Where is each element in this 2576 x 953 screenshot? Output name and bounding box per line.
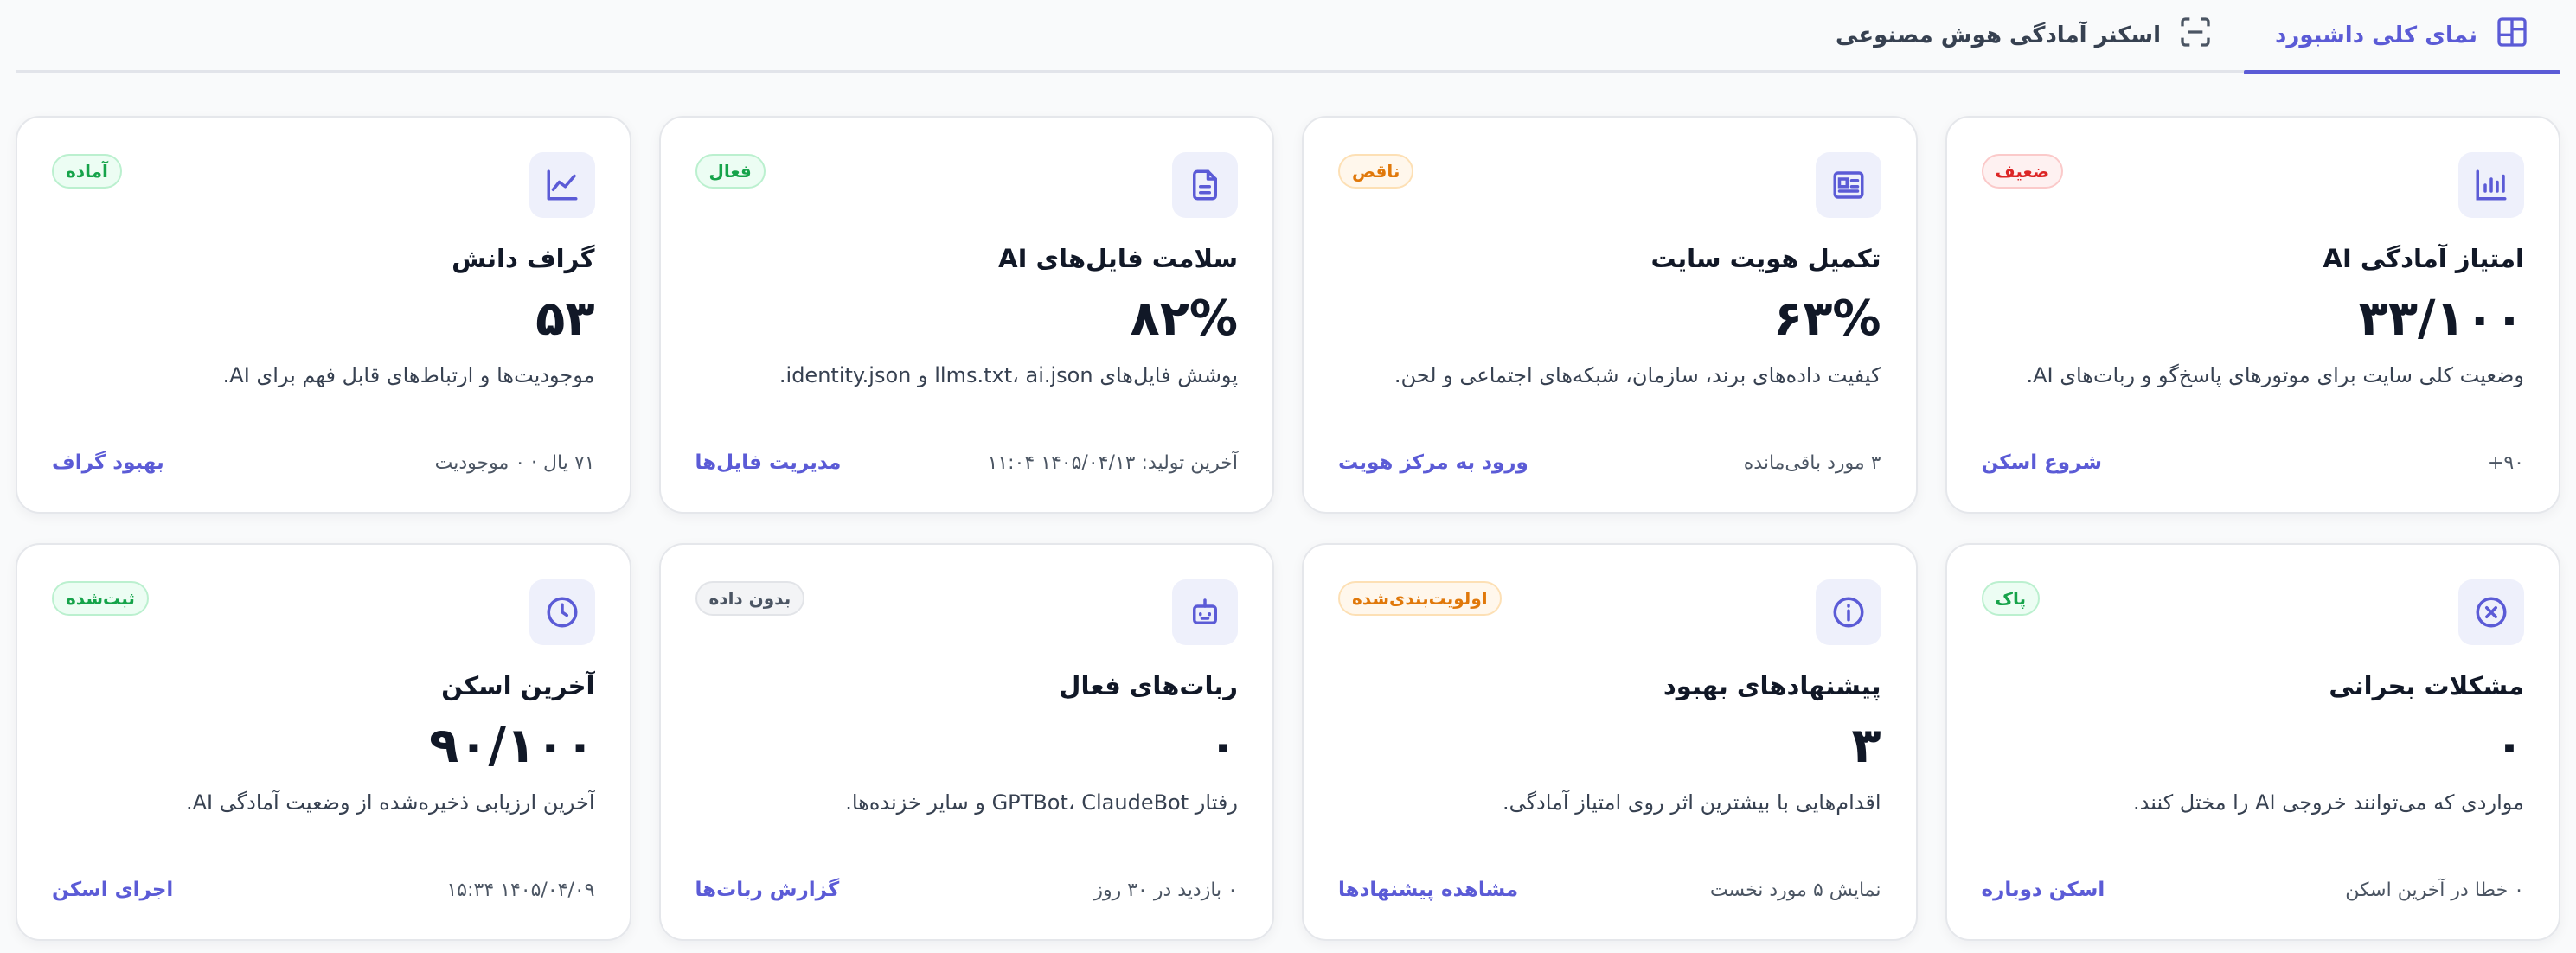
- card-title: پیشنهادهای بهبود: [1663, 671, 1881, 700]
- run-scan-link[interactable]: اجرای اسکن: [52, 879, 173, 901]
- robot-icon: [1172, 579, 1238, 645]
- card-site-identity: ناقص تکمیل هویت سایت ۶۳% کیفیت داده‌های …: [1302, 116, 1918, 514]
- status-badge: ناقص: [1338, 154, 1414, 189]
- card-title: مشکلات بحرانی: [2329, 671, 2524, 700]
- card-value: ۰: [1208, 718, 1238, 774]
- card-description: وضعیت کلی سایت برای موتورهای پاسخ‌گو و ر…: [2026, 362, 2524, 387]
- id-card-icon: [1815, 152, 1881, 218]
- card-meta: ۷۱ یال · ۰ موجودیت: [434, 451, 595, 474]
- card-value: ۰: [2494, 718, 2524, 774]
- status-badge: فعال: [695, 154, 766, 189]
- card-value: ۵۳: [535, 291, 595, 347]
- card-title: امتیاز آمادگی AI: [2323, 244, 2524, 273]
- bar-chart-icon: [2458, 152, 2524, 218]
- dashboard-icon: [2495, 15, 2529, 55]
- card-critical-issues: پاک مشکلات بحرانی ۰ مواردی که می‌توانند …: [1945, 543, 2560, 941]
- card-ai-files-health: فعال سلامت فایل‌های AI ۸۲% پوشش فایل‌های…: [658, 116, 1274, 514]
- card-improvement-suggestions: اولویت‌بندی‌شده پیشنهادهای بهبود ۳ اقدام…: [1302, 543, 1918, 941]
- card-value: ۳: [1851, 718, 1881, 774]
- status-badge: بدون داده: [695, 581, 805, 616]
- card-description: موجودیت‌ها و ارتباط‌های قابل فهم برای AI…: [222, 362, 595, 387]
- manage-files-link[interactable]: مدیریت فایل‌ها: [695, 451, 842, 474]
- view-suggestions-link[interactable]: مشاهده پیشنهادها: [1338, 879, 1518, 901]
- start-scan-link[interactable]: شروع اسکن: [1982, 451, 2103, 474]
- metrics-grid: ضعیف امتیاز آمادگی AI ۳۳/۱۰۰ وضعیت کلی س…: [16, 116, 2560, 941]
- card-knowledge-graph: آماده گراف دانش ۵۳ موجودیت‌ها و ارتباط‌ه…: [16, 116, 631, 514]
- tab-ai-readiness-scanner[interactable]: اسکنر آمادگی هوش مصنوعی: [1804, 0, 2244, 72]
- rescan-link[interactable]: اسکن دوباره: [1982, 879, 2105, 901]
- card-title: ربات‌های فعال: [1059, 671, 1238, 700]
- tab-dashboard-overview[interactable]: نمای کلی داشبورد: [2244, 0, 2560, 74]
- card-title: سلامت فایل‌های AI: [998, 244, 1238, 273]
- tab-label: اسکنر آمادگی هوش مصنوعی: [1836, 22, 2162, 48]
- card-last-scan: ثبت‌شده آخرین اسکن ۹۰/۱۰۰ آخرین ارزیابی …: [16, 543, 631, 941]
- status-badge: اولویت‌بندی‌شده: [1338, 581, 1502, 616]
- tab-bar: نمای کلی داشبورد اسکنر آمادگی هوش مصنوعی: [16, 0, 2560, 74]
- status-badge: ثبت‌شده: [52, 581, 149, 616]
- card-description: اقدام‌هایی با بیشترین اثر روی امتیاز آما…: [1503, 790, 1881, 815]
- improve-graph-link[interactable]: بهبود گراف: [52, 451, 164, 474]
- card-meta: ۳ مورد باقی‌مانده: [1743, 451, 1881, 474]
- card-meta: ۹۰+: [2487, 451, 2524, 474]
- status-badge: آماده: [52, 154, 122, 189]
- info-icon: [1815, 579, 1881, 645]
- bots-report-link[interactable]: گزارش ربات‌ها: [695, 879, 840, 901]
- card-description: آخرین ارزیابی ذخیره‌شده از وضعیت آمادگی …: [185, 790, 595, 815]
- card-value: ۶۳%: [1773, 291, 1881, 347]
- card-meta: ۰ خطا در آخرین اسکن: [2345, 879, 2524, 901]
- card-description: رفتار GPTBot، ClaudeBot و سایر خزنده‌ها.: [845, 790, 1238, 815]
- x-circle-icon: [2458, 579, 2524, 645]
- identity-center-link[interactable]: ورود به مرکز هویت: [1338, 451, 1528, 474]
- card-description: مواردی که می‌توانند خروجی AI را مختل کنن…: [2133, 790, 2524, 815]
- card-title: آخرین اسکن: [441, 671, 595, 700]
- card-title: گراف دانش: [452, 244, 595, 273]
- status-badge: پاک: [1981, 581, 2040, 616]
- card-title: تکمیل هویت سایت: [1650, 244, 1881, 273]
- card-meta: آخرین تولید: ۱۴۰۵/۰۴/۱۳ ۱۱:۰۴: [987, 451, 1238, 474]
- status-badge: ضعیف: [1981, 154, 2064, 189]
- card-value: ۸۲%: [1130, 291, 1238, 347]
- tab-label: نمای کلی داشبورد: [2275, 22, 2477, 48]
- clock-icon: [529, 579, 595, 645]
- card-meta: ۱۴۰۵/۰۴/۰۹ ۱۵:۳۴: [446, 879, 595, 901]
- scan-icon: [2178, 15, 2213, 55]
- card-meta: ۰ بازدید در ۳۰ روز: [1093, 879, 1238, 901]
- card-description: کیفیت داده‌های برند، سازمان، شبکه‌های اج…: [1394, 362, 1881, 387]
- card-value: ۹۰/۱۰۰: [429, 718, 595, 774]
- file-icon: [1172, 152, 1238, 218]
- card-active-bots: بدون داده ربات‌های فعال ۰ رفتار GPTBot، …: [658, 543, 1274, 941]
- card-value: ۳۳/۱۰۰: [2358, 291, 2524, 347]
- card-ai-readiness-score: ضعیف امتیاز آمادگی AI ۳۳/۱۰۰ وضعیت کلی س…: [1945, 116, 2560, 514]
- card-meta: نمایش ۵ مورد نخست: [1709, 879, 1881, 901]
- card-description: پوشش فایل‌های llms.txt، ai.json و identi…: [779, 362, 1238, 387]
- trend-chart-icon: [529, 152, 595, 218]
